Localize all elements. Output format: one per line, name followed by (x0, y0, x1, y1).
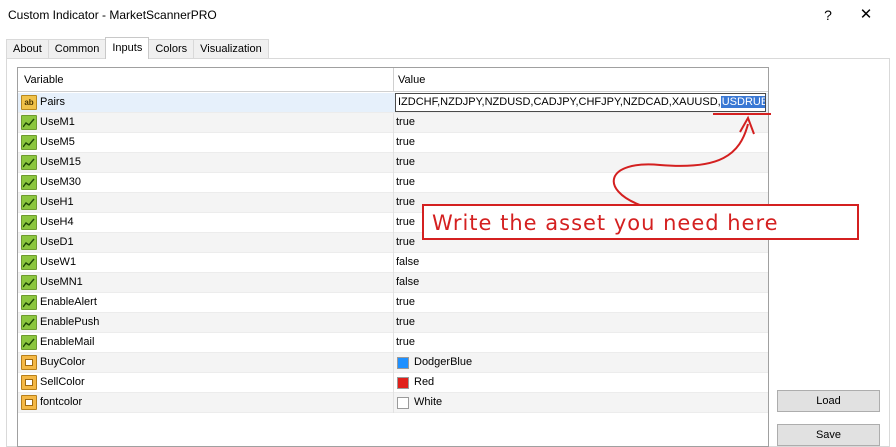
annotation-callout: Write the asset you need here (422, 204, 859, 240)
column-divider (393, 353, 394, 373)
column-divider (393, 253, 394, 273)
input-value[interactable]: false (396, 276, 419, 288)
close-button[interactable]: ✕ (852, 4, 880, 26)
indicator-chart-icon (21, 115, 37, 130)
indicator-chart-icon (21, 295, 37, 310)
pairs-value-text: IZDCHF,NZDJPY,NZDUSD,CADJPY,CHFJPY,NZDCA… (398, 96, 721, 108)
tab-inputs[interactable]: Inputs (105, 37, 150, 59)
input-value[interactable]: true (396, 316, 415, 328)
input-value[interactable]: true (396, 136, 415, 148)
input-row[interactable]: UseMN1 false (18, 273, 768, 293)
input-name: UseMN1 (40, 276, 83, 288)
indicator-chart-icon (21, 255, 37, 270)
input-name: fontcolor (40, 396, 83, 408)
color-value[interactable]: Red (414, 376, 434, 388)
color-input-row[interactable]: BuyColor DodgerBlue (18, 353, 768, 373)
grid-header: Variable Value (18, 68, 768, 92)
input-name: EnableMail (40, 336, 95, 348)
column-divider (393, 153, 394, 173)
column-divider (393, 173, 394, 193)
column-divider (393, 293, 394, 313)
input-value[interactable]: true (396, 336, 415, 348)
input-row[interactable]: UseW1 false (18, 253, 768, 273)
input-row[interactable]: EnableAlert true (18, 293, 768, 313)
tab-common[interactable]: Common (47, 39, 107, 58)
input-name: UseH1 (40, 196, 74, 208)
column-header-variable[interactable]: Variable (24, 74, 64, 86)
column-divider (393, 113, 394, 133)
column-divider (393, 313, 394, 333)
color-type-icon (21, 395, 37, 410)
input-name: UseH4 (40, 216, 74, 228)
help-button[interactable]: ? (814, 4, 842, 26)
color-swatch[interactable] (397, 377, 409, 389)
column-divider (393, 273, 394, 293)
tab-visualization[interactable]: Visualization (193, 39, 269, 58)
string-type-icon: ab (21, 95, 37, 110)
tab-strip: About Common Inputs Colors Visualization (6, 37, 269, 59)
column-divider (393, 393, 394, 413)
column-divider (393, 213, 394, 233)
column-divider[interactable] (393, 68, 394, 92)
input-name: UseM5 (40, 136, 75, 148)
input-name: UseM30 (40, 176, 81, 188)
indicator-chart-icon (21, 235, 37, 250)
indicator-chart-icon (21, 215, 37, 230)
column-divider (393, 133, 394, 153)
input-name: EnablePush (40, 316, 100, 328)
input-row[interactable]: EnablePush true (18, 313, 768, 333)
input-value[interactable]: true (396, 116, 415, 128)
input-value[interactable]: true (396, 156, 415, 168)
input-name: UseM15 (40, 156, 81, 168)
color-type-icon (21, 355, 37, 370)
color-value[interactable]: White (414, 396, 442, 408)
save-button[interactable]: Save (777, 424, 880, 446)
color-value[interactable]: DodgerBlue (414, 356, 472, 368)
title-bar: Custom Indicator - MarketScannerPRO ? ✕ (0, 0, 896, 30)
annotation-text: Write the asset you need here (432, 211, 779, 235)
column-header-value[interactable]: Value (398, 74, 425, 86)
input-value[interactable]: true (396, 176, 415, 188)
input-value[interactable]: true (396, 236, 415, 248)
selected-text: USDRUB (720, 96, 765, 108)
input-value[interactable]: true (396, 296, 415, 308)
input-name: EnableAlert (40, 296, 97, 308)
column-divider (393, 193, 394, 213)
indicator-chart-icon (21, 315, 37, 330)
column-divider (393, 233, 394, 253)
column-divider (393, 373, 394, 393)
color-swatch[interactable] (397, 397, 409, 409)
indicator-chart-icon (21, 135, 37, 150)
input-value[interactable]: true (396, 216, 415, 228)
input-name: UseM1 (40, 116, 75, 128)
input-name: BuyColor (40, 356, 86, 368)
window-title: Custom Indicator - MarketScannerPRO (8, 8, 217, 22)
load-button[interactable]: Load (777, 390, 880, 412)
column-divider (393, 333, 394, 353)
indicator-chart-icon (21, 335, 37, 350)
color-input-row[interactable]: fontcolor White (18, 393, 768, 413)
input-row[interactable]: EnableMail true (18, 333, 768, 353)
indicator-chart-icon (21, 195, 37, 210)
tab-about[interactable]: About (6, 39, 49, 58)
indicator-chart-icon (21, 175, 37, 190)
input-value[interactable]: false (396, 256, 419, 268)
tab-colors[interactable]: Colors (148, 39, 195, 58)
input-name: Pairs (40, 96, 66, 108)
color-type-icon (21, 375, 37, 390)
input-value[interactable]: true (396, 196, 415, 208)
input-name: UseW1 (40, 256, 77, 268)
color-input-row[interactable]: SellColor Red (18, 373, 768, 393)
indicator-chart-icon (21, 275, 37, 290)
indicator-chart-icon (21, 155, 37, 170)
color-swatch[interactable] (397, 357, 409, 369)
input-name: SellColor (40, 376, 85, 388)
input-name: UseD1 (40, 236, 74, 248)
